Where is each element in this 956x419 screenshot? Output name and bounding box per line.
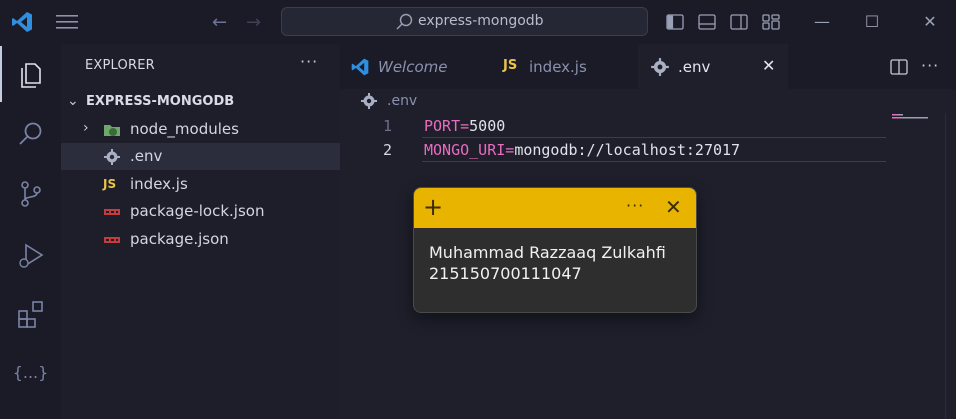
toggle-secondary-sidebar-icon[interactable] — [730, 13, 748, 31]
line-number: 1 — [383, 117, 393, 135]
gear-icon — [104, 149, 120, 165]
explorer-activity[interactable] — [0, 46, 61, 102]
sticky-note[interactable]: + ··· ✕ Muhammad Razzaaq Zulkahfi 215150… — [413, 187, 697, 313]
tab-label: index.js — [529, 58, 587, 76]
customize-layout-icon[interactable] — [762, 13, 780, 31]
maximize-icon[interactable]: ☐ — [862, 12, 882, 32]
tab-label: Welcome — [378, 58, 448, 76]
npm-icon — [104, 237, 120, 243]
line-number: 2 — [383, 141, 393, 159]
note-close-icon[interactable]: ✕ — [665, 195, 682, 219]
run-debug-icon — [18, 243, 44, 268]
equals-sign: = — [460, 117, 470, 135]
note-line-name: Muhammad Razzaaq Zulkahfi — [429, 243, 666, 262]
code-line[interactable]: MONGO_URI=mongodb://localhost:27017 — [424, 141, 740, 159]
search-text: express-mongodb — [418, 13, 544, 29]
add-note-icon[interactable]: + — [423, 194, 443, 220]
chevron-down-icon: ⌄ — [67, 93, 79, 109]
tab-index-js[interactable]: JS index.js — [489, 44, 637, 89]
env-value: 5000 — [469, 117, 506, 135]
run-debug-activity[interactable] — [0, 228, 61, 284]
env-value: mongodb://localhost:27017 — [514, 141, 741, 159]
vscode-logo[interactable] — [10, 10, 34, 34]
menu-icon[interactable] — [56, 13, 78, 31]
json-icon: {...} — [12, 362, 49, 382]
activity-bar: {...} — [0, 44, 61, 419]
more-actions-icon[interactable]: ··· — [300, 52, 318, 71]
vscode-icon — [351, 58, 369, 76]
tree-item-package-lock[interactable]: package-lock.json — [61, 198, 340, 225]
tab-env[interactable]: .env ✕ — [638, 44, 788, 89]
tree-item-node-modules[interactable]: › node_modules — [61, 116, 340, 143]
sidebar-title: EXPLORER — [85, 58, 155, 73]
vertical-scrollbar[interactable] — [945, 113, 956, 419]
tree-item-env[interactable]: .env — [61, 143, 340, 170]
close-icon[interactable]: ✕ — [920, 12, 940, 32]
tree-item-label: node_modules — [130, 120, 239, 138]
explorer-sidebar: EXPLORER ··· ⌄ EXPRESS-MONGODB › node_mo… — [61, 44, 340, 419]
chevron-right-icon: › — [83, 120, 89, 136]
tree-item-label: package.json — [130, 230, 229, 248]
tab-welcome[interactable]: Welcome — [340, 44, 488, 89]
search-icon — [18, 122, 41, 145]
minimize-icon[interactable]: — — [812, 12, 832, 32]
tree-item-package-json[interactable]: package.json — [61, 226, 340, 253]
search-icon — [396, 13, 413, 30]
back-arrow-icon[interactable]: ← — [212, 12, 227, 33]
json-activity[interactable]: {...} — [0, 344, 61, 400]
env-key: PORT — [424, 117, 461, 135]
code-line[interactable]: PORT=5000 — [424, 117, 505, 135]
breadcrumb[interactable]: .env — [387, 93, 417, 109]
search-activity[interactable] — [0, 106, 61, 162]
workspace-folder[interactable]: ⌄ EXPRESS-MONGODB — [61, 92, 340, 114]
source-control-activity[interactable] — [0, 166, 61, 222]
editor-tabs: Welcome JS index.js .env ✕ ··· — [340, 44, 956, 89]
files-icon — [20, 63, 41, 88]
tree-item-label: .env — [130, 147, 163, 165]
folder-name: EXPRESS-MONGODB — [86, 94, 235, 109]
toggle-primary-sidebar-icon[interactable] — [666, 13, 684, 31]
sticky-note-header[interactable]: + ··· ✕ — [414, 188, 696, 228]
tab-close-icon[interactable]: ✕ — [762, 56, 775, 75]
title-bar: ← → express-mongodb — ☐ ✕ — [0, 0, 956, 44]
note-line-id: 215150700111047 — [429, 264, 582, 283]
npm-icon — [104, 209, 120, 215]
source-control-icon — [20, 181, 41, 207]
tree-item-label: index.js — [130, 175, 188, 193]
extensions-icon — [17, 301, 43, 328]
more-actions-icon[interactable]: ··· — [921, 56, 939, 75]
gear-icon — [651, 58, 669, 76]
toggle-panel-icon[interactable] — [698, 13, 716, 31]
node-folder-icon — [104, 125, 120, 136]
equals-sign: = — [505, 141, 515, 159]
tree-item-label: package-lock.json — [130, 202, 265, 220]
note-menu-icon[interactable]: ··· — [626, 196, 644, 215]
extensions-activity[interactable] — [0, 286, 61, 342]
env-key: MONGO_URI — [424, 141, 506, 159]
split-editor-icon[interactable] — [890, 58, 908, 76]
minimap[interactable] — [892, 113, 942, 123]
command-center-search[interactable]: express-mongodb — [281, 7, 648, 36]
js-icon: JS — [503, 58, 518, 73]
tree-item-index-js[interactable]: JS index.js — [61, 171, 340, 198]
forward-arrow-icon[interactable]: → — [246, 12, 261, 33]
tab-label: .env — [678, 58, 711, 76]
gear-icon — [361, 93, 377, 109]
js-icon: JS — [103, 177, 117, 191]
